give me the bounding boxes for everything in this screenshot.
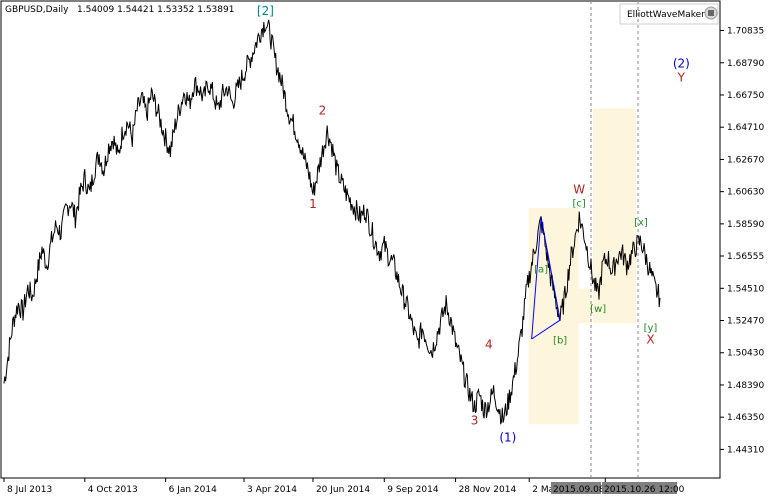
x-tick-label: 3 Apr 2014 [247,485,297,495]
y-tick-label: 1.60630 [727,188,764,198]
wave-zone-w [528,207,579,425]
wave-label: [2] [257,4,274,18]
y-tick-label: 1.56555 [727,252,764,262]
wave-label: W [573,183,585,197]
wave-zone-x [575,288,591,324]
x-highlight-label: 2015.10.26 12:00 [604,485,685,495]
brand-badge[interactable]: ElliottWaveMaker [619,3,719,25]
y-tick-label: 1.46350 [727,413,764,423]
symbol-label: GBPUSD,Daily [5,5,69,15]
wave-label: Y [677,71,686,85]
wave-label: 3 [471,413,479,427]
x-highlight-label: 2015.09.08 [553,485,605,495]
x-tick-label: 28 Nov 2014 [459,485,517,495]
y-tick-label: 1.44310 [727,445,764,455]
brand-label: ElliottWaveMaker [627,10,705,20]
price-chart[interactable]: GBPUSD,Daily 1.54009 1.54421 1.53352 1.5… [0,0,775,500]
y-tick-label: 1.68790 [727,59,764,69]
x-tick-label: 9 Sep 2014 [387,485,439,495]
y-tick-label: 1.54510 [727,284,764,294]
wave-label: X [646,333,654,347]
y-tick-label: 1.70835 [727,26,764,36]
wave-label: 4 [485,337,493,351]
wave-label: (1) [499,431,516,445]
y-tick-label: 1.66750 [727,91,764,101]
y-tick-label: 1.58590 [727,220,764,230]
chart-root: GBPUSD,Daily 1.54009 1.54421 1.53352 1.5… [0,0,775,500]
ohlc-label: 1.54009 1.54421 1.53352 1.53891 [77,5,234,15]
x-tick-label: 4 Oct 2013 [88,485,138,495]
wave-label: 1 [309,197,317,211]
wave-label: (2) [673,56,690,70]
wave-label: [b] [553,336,567,347]
y-tick-label: 1.52470 [727,317,764,327]
x-tick-label: 6 Jan 2014 [169,485,217,495]
brand-logo-icon [704,6,718,20]
y-tick-label: 1.62670 [727,155,764,165]
x-tick-label: 8 Jul 2013 [7,485,52,495]
x-tick-label: 20 Jun 2014 [316,485,370,495]
y-tick-label: 1.64710 [727,123,764,133]
wave-label: [a] [534,265,548,276]
wave-label: [c] [572,198,585,209]
y-tick-label: 1.50430 [727,349,764,359]
wave-label: [x] [634,217,648,228]
y-tick-label: 1.48390 [727,381,764,391]
wave-label: [w] [590,304,606,315]
wave-label: 2 [319,104,327,118]
